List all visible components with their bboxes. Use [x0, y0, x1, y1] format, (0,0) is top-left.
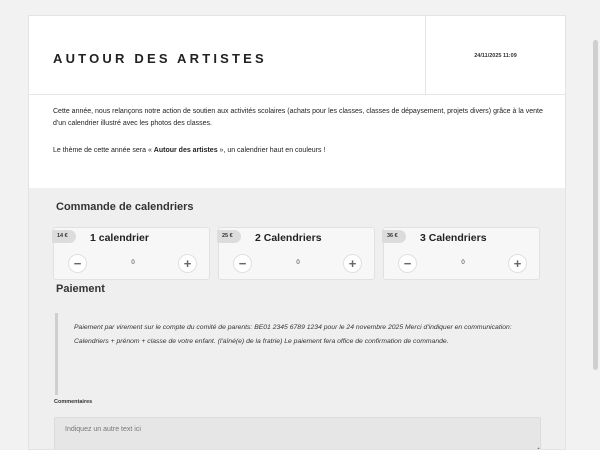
comments-label: Commentaires	[54, 399, 93, 405]
intro-theme-suffix: », un calendrier haut en couleurs !	[217, 147, 326, 154]
product-label: 3 Calendriers	[420, 232, 487, 244]
payment-instructions: Paiement par virement sur le compte du c…	[55, 313, 539, 395]
product-label: 2 Calendriers	[255, 232, 322, 244]
page-scrollbar[interactable]	[591, 0, 600, 450]
decrement-button[interactable]: −	[398, 254, 417, 273]
date-stamp: 24/11/2025 11:09	[474, 53, 517, 59]
price-tag: 14 €	[52, 230, 76, 243]
intro-text: Cette année, nous relançons notre action…	[53, 106, 543, 157]
product-card-1: 14 € 1 calendrier − 0 +	[52, 227, 210, 280]
page-title: AUTOUR DES ARTISTES	[53, 51, 267, 66]
increment-button[interactable]: +	[508, 254, 527, 273]
order-section-title: Commande de calendriers	[56, 201, 194, 213]
increment-button[interactable]: +	[178, 254, 197, 273]
quantity-value[interactable]: 0	[259, 260, 337, 266]
price-tag: 36 €	[382, 230, 406, 243]
quantity-value[interactable]: 0	[424, 260, 502, 266]
increment-button[interactable]: +	[343, 254, 362, 273]
decrement-button[interactable]: −	[233, 254, 252, 273]
intro-theme-name: Autour des artistes	[153, 147, 218, 154]
payment-section-title: Paiement	[56, 283, 105, 295]
product-label: 1 calendrier	[90, 232, 149, 244]
scrollbar-thumb[interactable]	[593, 40, 598, 370]
product-card-3: 36 € 3 Calendriers − 0 +	[382, 227, 540, 280]
decrement-button[interactable]: −	[68, 254, 87, 273]
form-page: AUTOUR DES ARTISTES 24/11/2025 11:09 Cet…	[28, 15, 566, 450]
price-tag: 25 €	[217, 230, 241, 243]
comments-input[interactable]	[54, 417, 541, 449]
page-header: AUTOUR DES ARTISTES 24/11/2025 11:09	[29, 16, 565, 95]
product-card-2: 25 € 2 Calendriers − 0 +	[217, 227, 375, 280]
intro-paragraph-1: Cette année, nous relançons notre action…	[53, 108, 543, 127]
quantity-value[interactable]: 0	[94, 260, 172, 266]
intro-theme-prefix: Le thème de cette année sera «	[53, 147, 154, 154]
intro-paragraph-2: Le thème de cette année sera « Autour de…	[53, 145, 543, 157]
